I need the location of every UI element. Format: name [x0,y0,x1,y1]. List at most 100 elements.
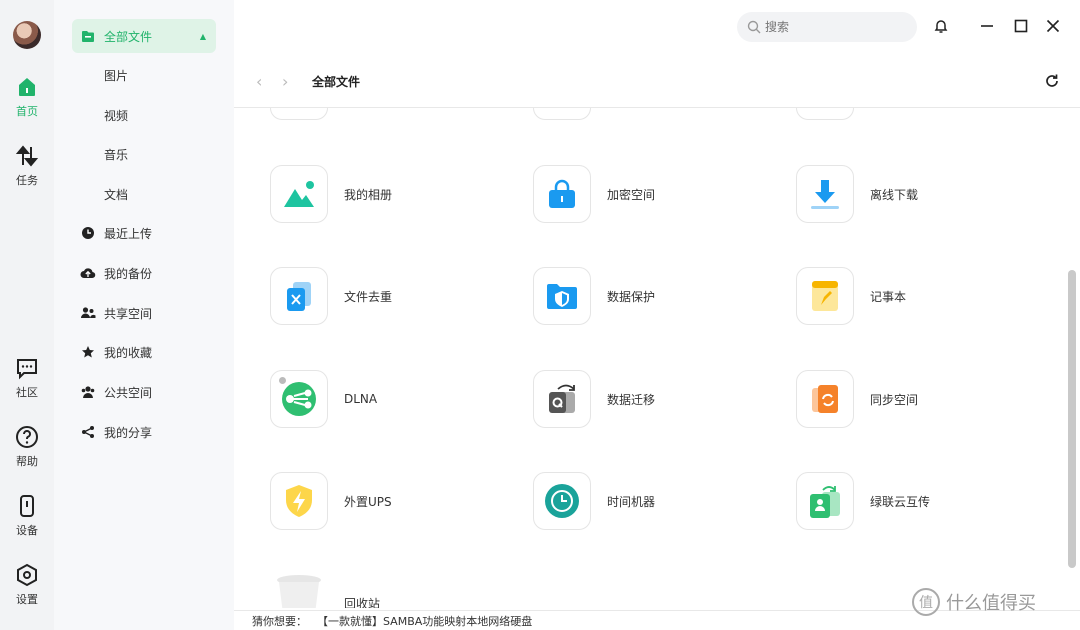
transfer-icon [15,145,39,167]
close-button[interactable] [1041,14,1065,38]
tile-data-protection[interactable]: 数据保护 [533,267,655,325]
forward-arrow-icon[interactable]: › [282,72,288,91]
sidebar-item-recent[interactable]: 最近上传 [72,216,216,250]
status-dot [279,377,286,384]
shield-folder-icon [533,267,591,325]
rail-settings[interactable]: 设置 [0,563,54,607]
tile-label: 同步空间 [870,392,919,407]
tile-data-migration[interactable]: 数据迁移 [533,370,655,428]
notepad-icon [796,267,854,325]
sidebar-item-label: 全部文件 [104,29,153,44]
dlna-icon [270,370,328,428]
tile-label: 回收站 [344,596,381,609]
left-rail: 首页 任务 社区 帮助 设备 设置 [0,0,54,630]
sidebar-item-videos[interactable]: 视频 [72,98,216,132]
bell-icon [934,20,948,33]
rail-tasks-label: 任务 [16,174,38,187]
partial-tile [533,108,591,120]
rail-help[interactable]: 帮助 [0,425,54,469]
notification-button[interactable] [929,14,953,38]
share-icon [80,424,96,440]
tile-label: 外置UPS [344,494,392,509]
search-icon [747,20,761,34]
clock-icon [80,225,96,241]
sidebar-item-backup[interactable]: 我的备份 [72,256,216,290]
sidebar-item-pictures[interactable]: 图片 [72,58,216,92]
tile-notepad[interactable]: 记事本 [796,267,906,325]
tile-time-machine[interactable]: 时间机器 [533,472,655,530]
help-icon [16,426,38,448]
search-input[interactable] [765,20,895,34]
watermark: 值 什么值得买 [912,588,1036,616]
sidebar-item-label: 视频 [104,108,129,123]
tile-ugreen-transfer[interactable]: 绿联云互传 [796,472,930,530]
tile-label: 我的相册 [344,187,393,202]
rail-settings-label: 设置 [16,593,38,606]
tile-label: 数据保护 [607,289,656,304]
page-title: 全部文件 [312,75,361,89]
tile-sync-space[interactable]: 同步空间 [796,370,918,428]
sidebar-item-shared[interactable]: 共享空间 [72,296,216,330]
download-icon [796,165,854,223]
tile-external-ups[interactable]: 外置UPS [270,472,392,530]
sidebar-item-documents[interactable]: 文档 [72,177,216,211]
tile-offline-download[interactable]: 离线下载 [796,165,918,223]
tile-dlna[interactable]: DLNA [270,370,377,428]
sidebar-item-all-files[interactable]: 全部文件 ▲ [72,19,216,53]
time-machine-icon [533,472,591,530]
sidebar-item-label: 音乐 [104,147,129,162]
tile-encrypted-space[interactable]: 加密空间 [533,165,655,223]
tile-label: 文件去重 [344,289,393,304]
group-icon [80,384,96,400]
close-icon [1046,19,1060,33]
minimize-icon [981,25,993,27]
tile-recycle-bin[interactable]: 回收站 [270,574,380,608]
sidebar-item-label: 我的收藏 [104,345,153,360]
tile-album[interactable]: 我的相册 [270,165,392,223]
sidebar-item-label: 共享空间 [104,306,153,321]
migrate-icon [533,370,591,428]
star-icon [80,344,96,360]
app-window: 首页 任务 社区 帮助 设备 设置 全部文件 ▲ 图片 视频 音乐 文档 最近上… [0,0,1080,630]
tile-label: 记事本 [870,289,907,304]
rail-community[interactable]: 社区 [0,356,54,400]
sidebar-item-label: 文档 [104,187,129,202]
sidebar-item-label: 最近上传 [104,226,153,241]
sidebar-item-public[interactable]: 公共空间 [72,375,216,409]
caret-up-icon: ▲ [199,31,206,41]
tile-dedupe[interactable]: 文件去重 [270,267,392,325]
rail-home-label: 首页 [16,105,38,118]
breadcrumb: ‹ › 全部文件 [234,56,1080,108]
transfer-phone-icon [796,472,854,530]
sidebar: 全部文件 ▲ 图片 视频 音乐 文档 最近上传 我的备份 共享空间 我的收藏 公… [54,0,234,630]
sidebar-item-music[interactable]: 音乐 [72,137,216,171]
rail-device[interactable]: 设备 [0,494,54,538]
tile-label: 离线下载 [870,187,919,202]
avatar[interactable] [13,21,41,49]
tile-label: 绿联云互传 [870,494,931,509]
refresh-icon[interactable] [1044,73,1060,89]
minimize-button[interactable] [975,14,999,38]
trash-icon [270,574,328,608]
settings-icon [17,563,37,587]
rail-community-label: 社区 [16,386,38,399]
users-icon [80,305,96,321]
scrollbar-thumb[interactable] [1068,270,1076,568]
tile-label: 时间机器 [607,494,656,509]
search-box[interactable] [737,12,917,42]
back-arrow-icon[interactable]: ‹ [256,72,262,91]
partial-tile [270,108,328,120]
ups-icon [270,472,328,530]
tile-label: 加密空间 [607,187,656,202]
watermark-logo-icon: 值 [912,588,940,616]
rail-home[interactable]: 首页 [0,75,54,119]
rail-tasks[interactable]: 任务 [0,144,54,188]
footer-link[interactable]: 【一款就懂】SAMBA功能映射本地网络硬盘 [317,613,532,629]
sidebar-item-label: 公共空间 [104,385,153,400]
device-icon [20,495,34,517]
sidebar-item-favorites[interactable]: 我的收藏 [72,335,216,369]
album-icon [270,165,328,223]
sidebar-item-my-shares[interactable]: 我的分享 [72,415,216,449]
tile-label: 数据迁移 [607,392,656,407]
maximize-button[interactable] [1009,14,1033,38]
